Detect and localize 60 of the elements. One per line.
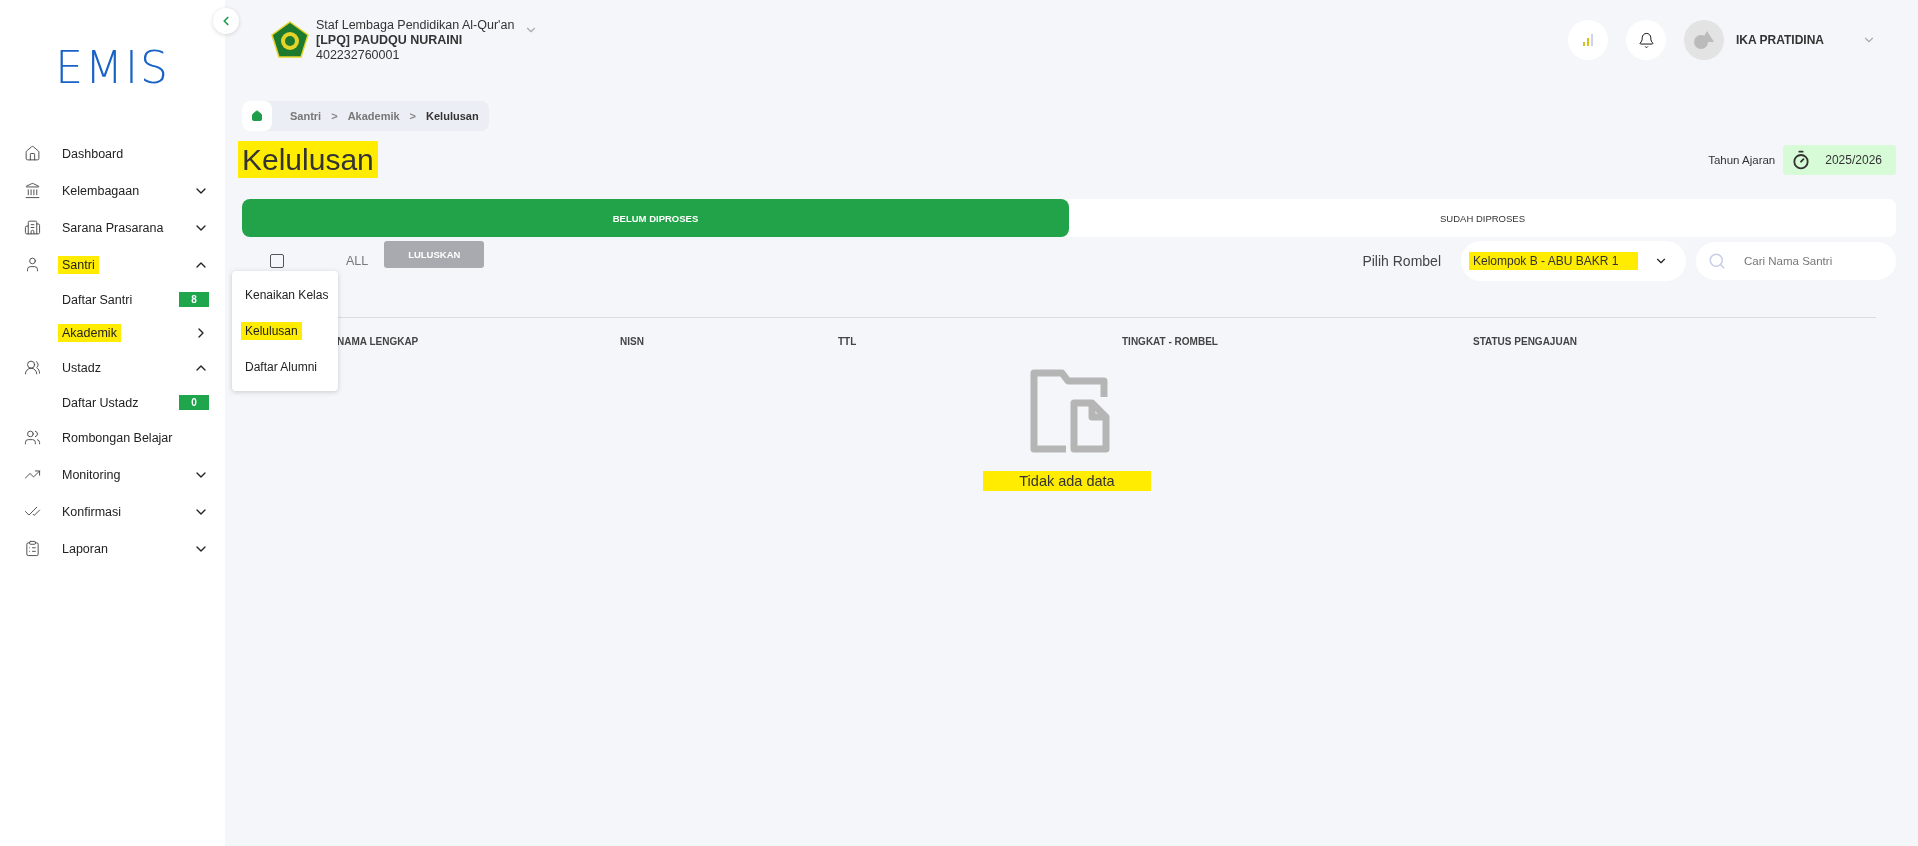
sidebar-item[interactable]: Sarana Prasarana [58,218,168,237]
users-icon [24,359,41,376]
avatar[interactable] [1684,20,1724,60]
rombel-label: Pilih Rombel [1362,253,1441,269]
sidebar-item[interactable]: Monitoring [58,465,125,484]
sidebar-item[interactable]: Ustadz [58,358,105,377]
building-icon [24,219,41,236]
bank-icon [24,182,41,199]
bar-chart-icon [1581,33,1595,47]
institution-code: 402232760001 [316,47,401,63]
home-button[interactable] [242,101,272,131]
emblem-icon [270,20,310,60]
sidebar-subitem[interactable]: Daftar Ustadz [58,393,143,412]
empty-message: Tidak ada data [983,471,1151,491]
sidebar-item[interactable]: Kelembagaan [58,181,144,200]
logo: EMIS [54,42,171,93]
sidebar-item[interactable]: Laporan [58,539,112,558]
user-name[interactable]: IKA PRATIDINA [1736,33,1824,47]
page-title: Kelulusan [238,141,378,178]
search-field[interactable]: Cari Nama Santri [1696,242,1896,280]
institution-name: [LPQ] PAUDQU NURAINI [316,32,464,48]
year-label: Tahun Ajaran [1708,154,1776,166]
rombel-select[interactable]: Kelompok B - ABU BAKR 1 [1461,241,1686,281]
breadcrumb-link[interactable]: Akademik [337,110,410,122]
stats-button[interactable] [1568,20,1608,60]
sidebar-item[interactable]: Konfirmasi [58,502,126,521]
home-icon [24,145,41,162]
count-badge: 0 [179,395,209,410]
column-header: TTL [838,336,858,347]
search-icon [1708,252,1726,270]
notification-button[interactable] [1626,20,1666,60]
select-all-checkbox[interactable] [270,254,284,268]
submenu-item[interactable]: Kelulusan [241,322,302,340]
breadcrumb-separator: > [331,110,338,122]
stopwatch-icon [1791,150,1812,170]
breadcrumb-link[interactable]: Kelulusan [416,110,489,122]
column-header: STATUS PENGAJUAN [1473,336,1579,347]
home-icon [251,110,263,122]
role-text: Staf Lembaga Pendidikan Al-Qur'an [316,17,515,33]
bell-icon [1637,31,1655,49]
breadcrumb-link[interactable]: Santri [272,110,332,122]
sidebar-subitem[interactable]: Daftar Santri [58,290,137,309]
group-icon [24,429,41,446]
academic-year-badge[interactable]: 2025/2026 [1783,145,1896,175]
column-header: NAMA LENGKAP [337,336,420,347]
select-all-label: ALL [346,254,369,268]
sidebar-item[interactable]: Rombongan Belajar [58,428,177,447]
collapse-sidebar-button[interactable] [213,8,239,34]
sidebar-subitem[interactable]: Akademik [58,323,121,342]
count-badge: 8 [179,292,209,307]
user-icon [24,256,41,273]
submenu-item[interactable]: Daftar Alumni [241,358,322,376]
column-header: NISN [620,336,645,347]
clipboard-icon [24,540,41,557]
shapes-icon [1693,30,1715,50]
submenu-item[interactable]: Kenaikan Kelas [241,286,333,304]
sidebar-item[interactable]: Dashboard [58,144,128,163]
breadcrumb-separator: > [409,110,417,122]
column-header: TINGKAT - ROMBEL [1122,336,1219,347]
sidebar-item[interactable]: Santri [58,255,99,274]
